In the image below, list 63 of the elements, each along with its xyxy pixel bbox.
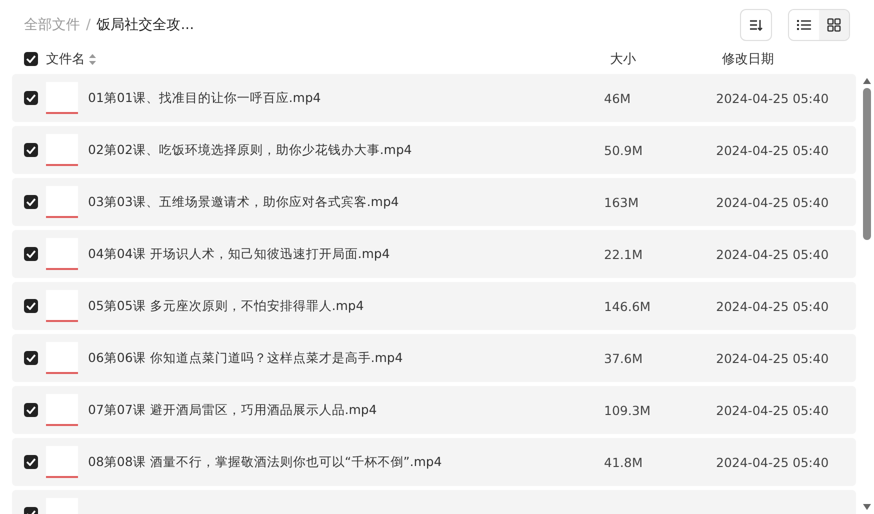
file-name: 08第08课 酒量不行，掌握敬酒法则你也可以“千杯不倒”.mp4 xyxy=(88,454,443,470)
file-row[interactable]: 02第02课、吃饭环境选择原则，助你少花钱办大事.mp4 50.9M 2024-04-25 05:40 xyxy=(12,126,856,174)
file-size: 109.3M xyxy=(604,402,652,418)
file-size: 37.6M xyxy=(604,350,644,366)
modified-date: 2024-04-25 05:40 xyxy=(716,454,830,470)
thumbnail-image xyxy=(46,186,78,218)
file-size: 146.6M xyxy=(604,298,652,314)
modified-date: 2024-04-25 05:40 xyxy=(716,142,830,158)
thumbnail-image xyxy=(46,394,78,426)
thumbnail-image xyxy=(46,446,78,478)
row-checkbox[interactable] xyxy=(24,299,38,313)
file-size: 163M xyxy=(604,194,640,210)
file-row[interactable]: 03第03课、五维场景邀请术，助你应对各式宾客.mp4 163M 2024-04-25 05:40 xyxy=(12,178,856,226)
file-size: 41.8M xyxy=(604,454,644,470)
column-header[interactable]: 文件名 xyxy=(46,50,85,68)
breadcrumb-item: 饭局社交全攻... xyxy=(96,16,194,34)
thumbnail-image xyxy=(46,290,78,322)
file-row[interactable]: 05第05课 多元座次原则，不怕安排得罪人.mp4 146.6M 2024-04-25 05:40 xyxy=(12,282,856,330)
file-name: 01第01课、找准目的让你一呼百应.mp4 xyxy=(88,90,322,106)
file-name: 03第03课、五维场景邀请术，助你应对各式宾客.mp4 xyxy=(88,194,400,210)
thumbnail-image xyxy=(46,82,78,114)
thumbnail-image xyxy=(46,134,78,166)
row-checkbox[interactable] xyxy=(24,403,38,417)
modified-date: 2024-04-25 05:40 xyxy=(716,350,830,366)
breadcrumb-separator: / xyxy=(86,17,91,33)
file-size: 50.9M xyxy=(604,142,644,158)
scrollbar-thumb[interactable] xyxy=(863,88,871,240)
modified-date: 2024-04-25 05:40 xyxy=(716,298,830,314)
file-name: 05第05课 多元座次原则，不怕安排得罪人.mp4 xyxy=(88,298,365,314)
file-size: 46M xyxy=(604,90,632,106)
column-header[interactable]: 修改日期 xyxy=(722,50,850,68)
scroll-down-arrow-icon[interactable] xyxy=(863,504,871,510)
modified-date: 2024-04-25 05:40 xyxy=(716,246,830,262)
file-name: 02第02课、吃饭环境选择原则，助你少花钱办大事.mp4 xyxy=(88,142,413,158)
scroll-up-arrow-icon[interactable] xyxy=(863,78,871,84)
list-icon xyxy=(797,19,811,31)
file-row[interactable]: 06第06课 你知道点菜门道吗？这样点菜才是高手.mp4 37.6M 2024-04-25 05:40 xyxy=(12,334,856,382)
file-row[interactable]: 01第01课、找准目的让你一呼百应.mp4 46M 2024-04-25 05:40 xyxy=(12,74,856,122)
file-row[interactable]: 04第04课 开场识人术，知己知彼迅速打开局面.mp4 22.1M 2024-04-25 05:40 xyxy=(12,230,856,278)
modified-date: 2024-04-25 05:40 xyxy=(716,90,830,106)
file-size: 22.1M xyxy=(604,246,644,262)
row-checkbox[interactable] xyxy=(24,351,38,365)
grid-icon xyxy=(827,18,841,32)
sort-icon xyxy=(749,18,763,32)
row-checkbox[interactable] xyxy=(24,195,38,209)
file-row[interactable]: 07第07课 避开酒局雷区，巧用酒品展示人品.mp4 109.3M 2024-04-25 05:40 xyxy=(12,386,856,434)
thumbnail-image xyxy=(46,238,78,270)
modified-date: 2024-04-25 05:40 xyxy=(716,194,830,210)
sort-button[interactable] xyxy=(740,9,772,41)
file-name: 06第06课 你知道点菜门道吗？这样点菜才是高手.mp4 xyxy=(88,350,404,366)
file-name: 07第07课 避开酒局雷区，巧用酒品展示人品.mp4 xyxy=(88,402,378,418)
file-row[interactable]: 08第08课 酒量不行，掌握敬酒法则你也可以“千杯不倒”.mp4 41.8M 2024-04-25 05:40 xyxy=(12,438,856,486)
sort-arrows-icon xyxy=(89,54,96,64)
grid-view-button[interactable] xyxy=(819,10,849,40)
thumbnail-image xyxy=(46,342,78,374)
row-checkbox[interactable] xyxy=(24,91,38,105)
column-header[interactable]: 大小 xyxy=(610,50,722,68)
row-checkbox[interactable] xyxy=(24,143,38,157)
file-name: 04第04课 开场识人术，知己知彼迅速打开局面.mp4 xyxy=(88,246,391,262)
modified-date: 2024-04-25 05:40 xyxy=(716,402,830,418)
row-checkbox[interactable] xyxy=(24,247,38,261)
row-checkbox[interactable] xyxy=(24,455,38,469)
select-all-checkbox[interactable] xyxy=(24,52,38,66)
